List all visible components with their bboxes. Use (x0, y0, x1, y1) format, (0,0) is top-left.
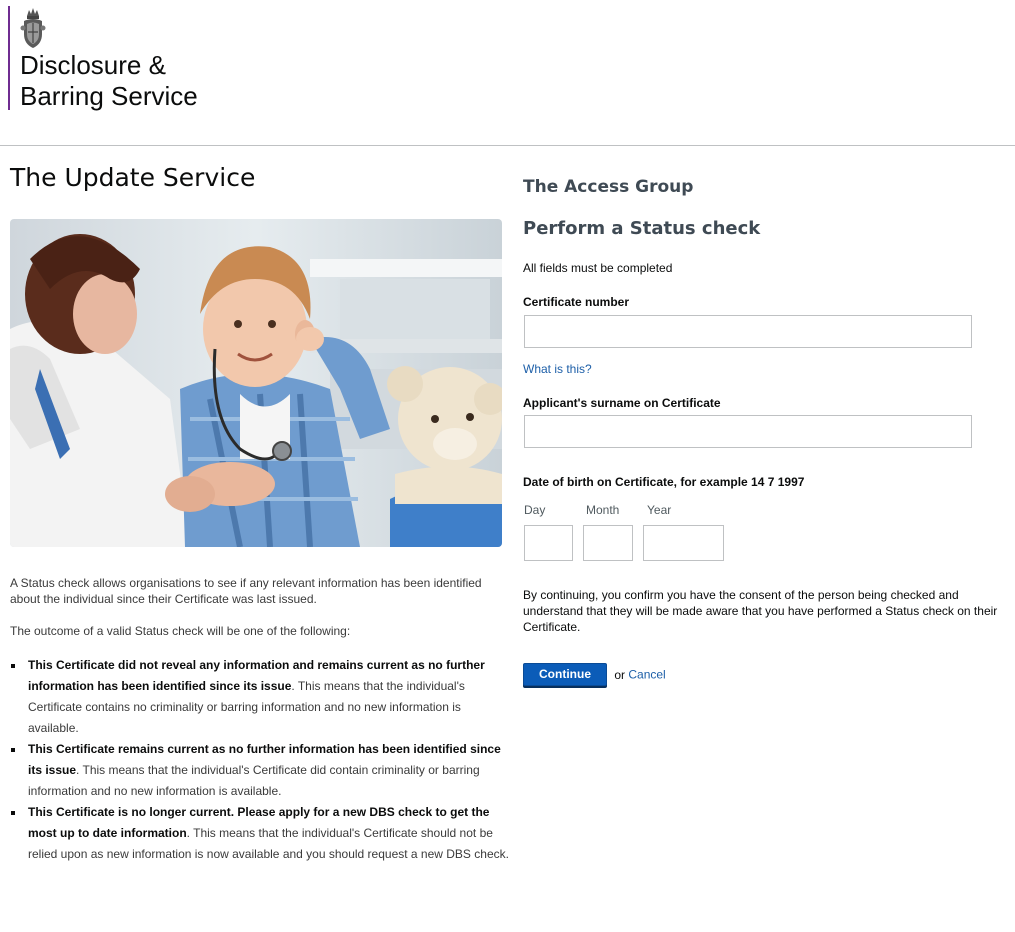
outcome-list: This Certificate did not reveal any info… (10, 655, 510, 865)
day-label: Day (524, 503, 546, 517)
brand-line-1: Disclosure & (20, 50, 166, 80)
surname-label: Applicant's surname on Certificate (523, 396, 721, 410)
form-actions: Continue or Cancel (523, 663, 666, 686)
dbs-logo[interactable]: Disclosure & Barring Service (8, 6, 198, 111)
year-input[interactable] (643, 525, 724, 561)
list-item: This Certificate did not reveal any info… (10, 655, 510, 739)
intro-text: A Status check allows organisations to s… (10, 575, 510, 865)
or-text: or (614, 667, 626, 682)
certificate-number-label: Certificate number (523, 295, 630, 309)
list-item: This Certificate remains current as no f… (10, 739, 510, 802)
form-note: All fields must be completed (523, 261, 673, 275)
cancel-link[interactable]: Cancel (628, 668, 665, 682)
month-label: Month (586, 503, 620, 517)
month-input[interactable] (583, 525, 633, 561)
brand-line-2: Barring Service (20, 81, 198, 111)
what-is-this-link[interactable]: What is this? (523, 362, 592, 376)
page-title: The Update Service (10, 163, 256, 192)
consent-text: By continuing, you confirm you have the … (523, 588, 998, 634)
royal-crest-icon (20, 8, 46, 48)
date-of-birth-label: Date of birth on Certificate, for exampl… (523, 475, 805, 489)
surname-input[interactable] (524, 415, 972, 448)
hero-image (10, 219, 502, 547)
form-title: Perform a Status check (523, 218, 761, 239)
doctor-child-photo (10, 219, 502, 547)
outcome-description: . This means that the individual's Certi… (28, 763, 480, 798)
year-label: Year (647, 503, 672, 517)
organisation-name: The Access Group (523, 177, 694, 197)
site-header: Disclosure & Barring Service (0, 0, 1015, 146)
intro-paragraph: The outcome of a valid Status check will… (10, 624, 351, 638)
list-item: This Certificate is no longer current. P… (10, 802, 510, 865)
intro-paragraph: A Status check allows organisations to s… (10, 576, 482, 606)
day-input[interactable] (524, 525, 573, 561)
continue-button[interactable]: Continue (523, 663, 607, 686)
certificate-number-input[interactable] (524, 315, 972, 348)
